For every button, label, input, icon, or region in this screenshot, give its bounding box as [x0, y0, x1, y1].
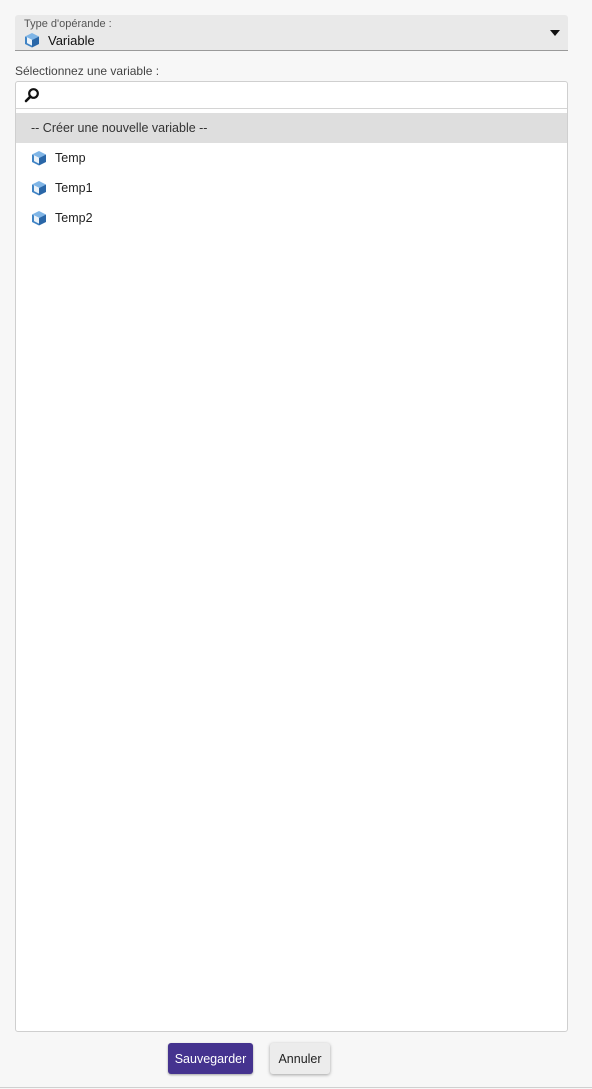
cube-icon — [25, 33, 39, 48]
operand-type-value-row: Variable — [24, 32, 95, 48]
search-icon — [24, 88, 39, 103]
list-item-temp2[interactable]: Temp2 — [16, 203, 567, 233]
search-bar — [16, 82, 567, 109]
save-button[interactable]: Sauvegarder — [168, 1043, 253, 1074]
list-item-label: Temp — [55, 151, 86, 165]
cube-icon — [32, 181, 46, 196]
cancel-button[interactable]: Annuler — [270, 1043, 330, 1074]
caret-down-icon — [550, 30, 560, 36]
cube-icon — [32, 151, 46, 166]
operand-type-dropdown[interactable]: Type d'opérande : Variable — [15, 15, 568, 51]
bottom-divider — [0, 1087, 592, 1088]
variable-list: -- Créer une nouvelle variable -- Temp T… — [16, 113, 567, 233]
create-variable-item[interactable]: -- Créer une nouvelle variable -- — [16, 113, 567, 143]
list-item-temp1[interactable]: Temp1 — [16, 173, 567, 203]
cube-icon — [32, 211, 46, 226]
list-item-label: Temp1 — [55, 181, 93, 195]
operand-type-value: Variable — [48, 32, 95, 48]
select-variable-label: Sélectionnez une variable : — [15, 64, 160, 78]
operand-type-label: Type d'opérande : — [24, 18, 112, 30]
list-item-label: Temp2 — [55, 211, 93, 225]
search-input[interactable] — [46, 84, 561, 106]
variable-picker-dialog: Type d'opérande : Variable Sélectionnez … — [0, 0, 592, 1089]
variable-list-panel: -- Créer une nouvelle variable -- Temp T… — [15, 81, 568, 1032]
list-item-temp[interactable]: Temp — [16, 143, 567, 173]
